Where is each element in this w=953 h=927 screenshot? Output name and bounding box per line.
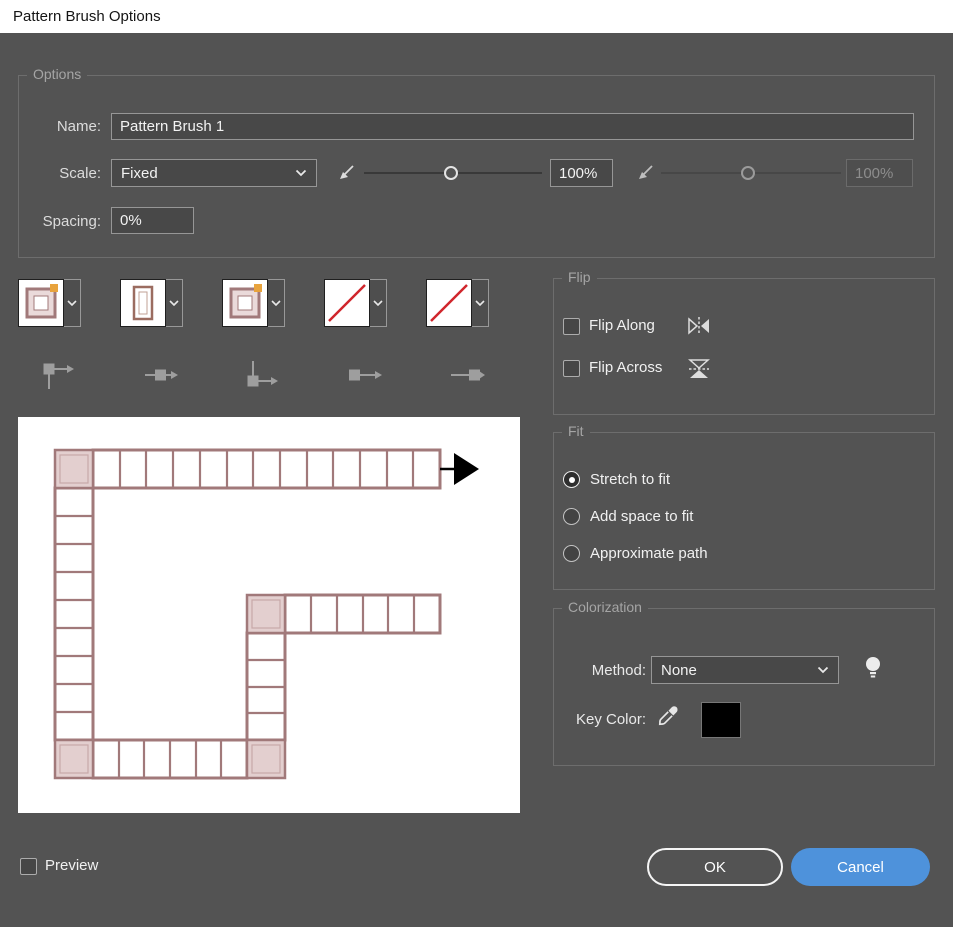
chevron-down-icon (271, 300, 281, 306)
start-tile-icon (346, 356, 384, 394)
colorization-tips-lightbulb-icon[interactable] (864, 655, 882, 681)
spacing-input[interactable] (111, 207, 194, 234)
fit-approximate-label: Approximate path (590, 545, 708, 562)
dialog-title: Pattern Brush Options (13, 8, 161, 25)
scale-slider-knob[interactable] (444, 166, 458, 180)
flip-group: Flip Flip Along Flip Across (553, 278, 935, 415)
outer-corner-tile-swatch (18, 279, 64, 327)
pattern-thumbnail (121, 280, 165, 326)
flip-along-icon (686, 315, 712, 337)
fit-legend: Fit (562, 423, 590, 439)
side-tile-icon (142, 356, 180, 394)
tile-dropdown-arrow[interactable] (64, 279, 81, 327)
inner-corner-tile-slot[interactable] (222, 279, 285, 327)
ok-button[interactable]: OK (647, 848, 783, 886)
chevron-down-icon (373, 300, 383, 306)
end-tile-swatch (426, 279, 472, 327)
pattern-thumbnail (19, 280, 63, 326)
chevron-down-icon (817, 666, 829, 674)
none-thumbnail (427, 280, 471, 326)
chevron-down-icon (475, 300, 485, 306)
colorization-legend: Colorization (562, 599, 648, 615)
fit-add-space-label: Add space to fit (590, 508, 693, 525)
pattern-thumbnail (223, 280, 267, 326)
swatch-marker (254, 284, 262, 292)
spacing-label: Spacing: (21, 213, 101, 230)
side-tile-swatch (120, 279, 166, 327)
fit-stretch-label: Stretch to fit (590, 471, 670, 488)
side-tile-slot[interactable] (120, 279, 183, 327)
tile-dropdown-arrow[interactable] (472, 279, 489, 327)
eyedropper-icon[interactable] (657, 704, 681, 728)
none-thumbnail (325, 280, 369, 326)
tile-dropdown-arrow[interactable] (268, 279, 285, 327)
fit-stretch-radio[interactable] (563, 471, 580, 488)
corner-tiles (55, 450, 285, 778)
options-legend: Options (27, 66, 87, 82)
fit-approximate-radio[interactable] (563, 545, 580, 562)
preview-label: Preview (45, 857, 98, 874)
scale-slider-icon (337, 163, 357, 183)
method-value: None (661, 662, 697, 679)
flip-along-label: Flip Along (589, 317, 655, 334)
preview-checkbox[interactable] (20, 858, 37, 875)
start-tile-swatch (324, 279, 370, 327)
key-color-swatch[interactable] (701, 702, 741, 738)
tile-dropdown-arrow[interactable] (370, 279, 387, 327)
outer-corner-tile-slot[interactable] (18, 279, 81, 327)
tile-dropdown-arrow[interactable] (166, 279, 183, 327)
flip-across-icon (687, 357, 711, 381)
flip-along-checkbox[interactable] (563, 318, 580, 335)
method-label: Method: (554, 662, 646, 679)
fit-group: Fit Stretch to fit Add space to fit Appr… (553, 432, 935, 590)
path-direction-arrow (440, 453, 479, 485)
options-group: Options Name: Scale: Fixed Spacing: (18, 75, 935, 258)
fit-add-space-radio[interactable] (563, 508, 580, 525)
scale-value-input[interactable] (550, 159, 613, 187)
flip-legend: Flip (562, 269, 597, 285)
flip-across-label: Flip Across (589, 359, 662, 376)
name-label: Name: (21, 118, 101, 135)
scale-secondary-slider-icon (636, 163, 656, 183)
scale-mode-select[interactable]: Fixed (111, 159, 317, 187)
ok-button-label: OK (704, 859, 726, 876)
name-input[interactable] (111, 113, 914, 140)
end-tile-icon (448, 356, 486, 394)
key-color-label: Key Color: (554, 711, 646, 728)
swatch-marker (50, 284, 58, 292)
inner-corner-tile-icon (244, 356, 282, 394)
dialog-title-bar: Pattern Brush Options (0, 0, 953, 33)
cancel-button[interactable]: Cancel (791, 848, 930, 886)
method-select[interactable]: None (651, 656, 839, 684)
brush-stroke-preview (18, 417, 520, 813)
end-tile-slot[interactable] (426, 279, 489, 327)
outer-corner-tile-icon (40, 356, 78, 394)
chevron-down-icon (67, 300, 77, 306)
cancel-button-label: Cancel (837, 859, 884, 876)
brush-preview-canvas (18, 417, 520, 813)
scale-mode-value: Fixed (121, 165, 158, 182)
scale-secondary-value-input (846, 159, 913, 187)
chevron-down-icon (295, 169, 307, 177)
flip-across-checkbox[interactable] (563, 360, 580, 377)
scale-label: Scale: (21, 165, 101, 182)
chevron-down-icon (169, 300, 179, 306)
pattern-brush-options-dialog: Pattern Brush Options Options Name: Scal… (0, 0, 953, 927)
start-tile-slot[interactable] (324, 279, 387, 327)
scale-secondary-slider-knob (741, 166, 755, 180)
inner-corner-tile-swatch (222, 279, 268, 327)
colorization-group: Colorization Method: None Key Color: (553, 608, 935, 766)
